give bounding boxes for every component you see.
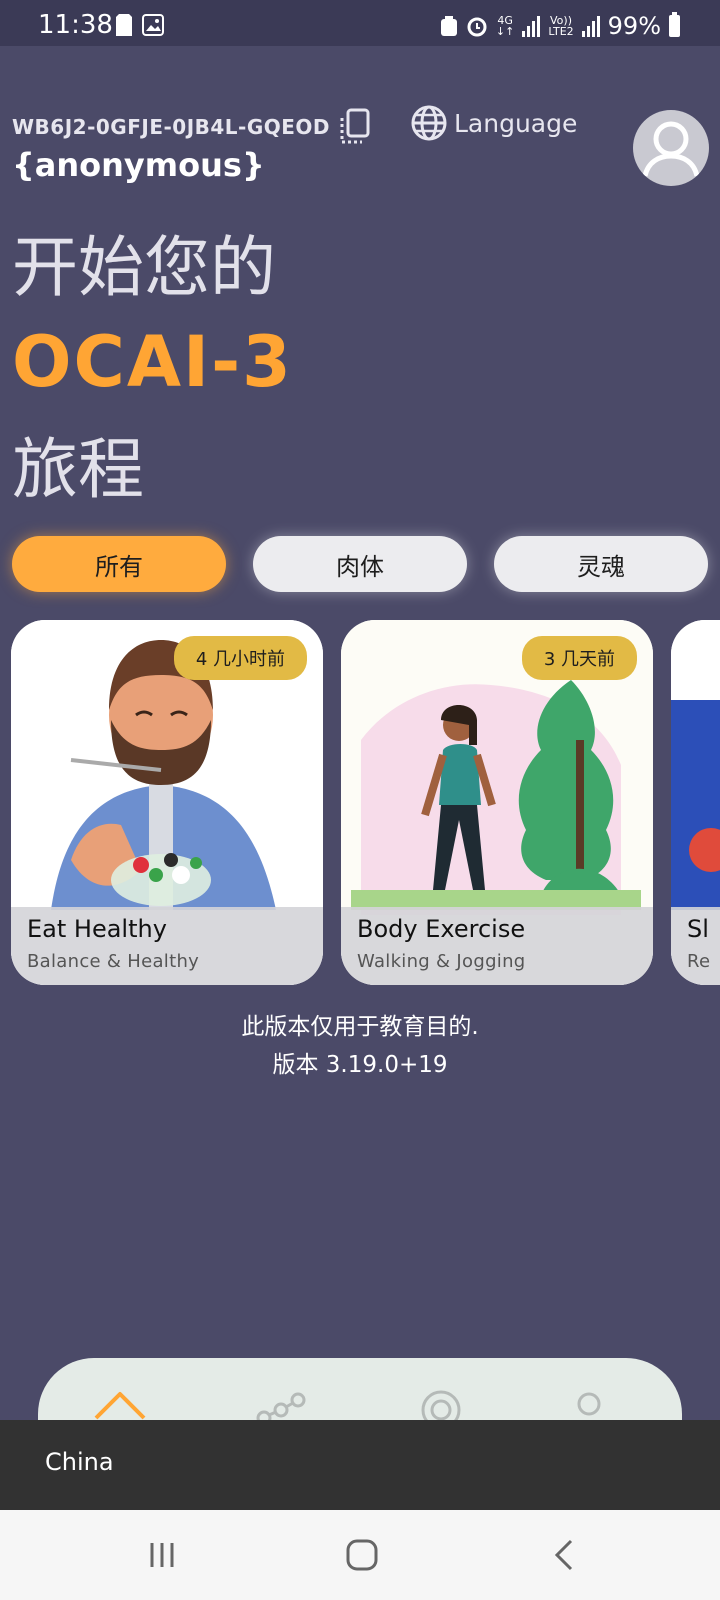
globe-icon xyxy=(411,105,447,141)
system-navigation-bar xyxy=(0,1510,720,1600)
battery-icon xyxy=(669,12,680,37)
card-eat-healthy[interactable]: 4 几小时前 Eat Healthy Balance & Healthy xyxy=(11,620,323,985)
education-note: 此版本仅用于教育目的. xyxy=(241,1014,479,1040)
filter-chip-soul[interactable]: 灵魂 xyxy=(494,536,708,592)
snackbar-text: China xyxy=(45,1448,114,1476)
card-subtitle: Balance & Healthy xyxy=(27,951,200,972)
data-saver-icon xyxy=(440,16,457,36)
language-button[interactable]: Language xyxy=(410,104,577,142)
hero-line-1: 开始您的 xyxy=(12,229,276,306)
hero-line-3: 旅程 xyxy=(12,431,144,508)
signal-icon xyxy=(522,15,541,37)
language-label: Language xyxy=(454,108,578,138)
card-title: Body Exercise xyxy=(357,915,526,943)
card-title: Sl xyxy=(687,915,709,943)
card-caption: Eat Healthy Balance & Healthy xyxy=(11,907,323,985)
filter-chip-label: 肉体 xyxy=(336,552,384,581)
version-text: 版本 3.19.0+19 xyxy=(272,1052,448,1078)
card-subtitle: Walking & Jogging xyxy=(357,951,526,972)
network-type: 4G ↓↑ xyxy=(495,14,515,38)
home-nav-button[interactable] xyxy=(332,1530,392,1580)
filter-chip-label: 所有 xyxy=(95,552,143,581)
snackbar: China xyxy=(0,1420,720,1510)
filter-chip-body[interactable]: 肉体 xyxy=(253,536,467,592)
card-caption: Body Exercise Walking & Jogging xyxy=(341,907,653,985)
time-badge: 4 几小时前 xyxy=(173,636,307,680)
alarm-icon xyxy=(467,17,487,37)
card-caption: Sl Re xyxy=(671,907,720,985)
home-nav-icon xyxy=(346,1539,378,1571)
card-partial[interactable]: Sl Re xyxy=(671,620,720,985)
battery-percent: 99% xyxy=(607,12,661,40)
recents-icon xyxy=(150,1543,174,1567)
avatar-icon xyxy=(642,121,700,177)
time-badge-text: 4 几小时前 xyxy=(195,649,285,670)
time-badge-text: 3 几天前 xyxy=(543,649,615,670)
filter-chip-all[interactable]: 所有 xyxy=(12,536,226,592)
volte-indicator: Vo)) LTE2 xyxy=(548,14,574,38)
version-note: 此版本仅用于教育目的. 版本 3.19.0+19 xyxy=(0,1008,720,1084)
recents-button[interactable] xyxy=(132,1530,192,1580)
back-icon xyxy=(554,1539,573,1571)
avatar[interactable] xyxy=(633,110,709,186)
username: {anonymous} xyxy=(12,146,265,184)
profile-icon[interactable] xyxy=(574,1392,604,1422)
hero-brand: OCAI-3 xyxy=(12,321,293,403)
card-body-exercise[interactable]: 3 几天前 Body Exercise Walking & Jogging xyxy=(341,620,653,985)
user-code-row: WB6J2-0GFJE-0JB4L-GQEOD xyxy=(12,108,372,146)
status-time: 11:38 xyxy=(38,10,113,40)
filter-chip-label: 灵魂 xyxy=(577,552,625,581)
signal-icon-2 xyxy=(581,15,600,37)
status-bar: 11:38 4G ↓↑ Vo)) LTE2 99% xyxy=(0,0,720,46)
time-badge: 3 几天前 xyxy=(521,636,637,680)
back-button[interactable] xyxy=(534,1530,594,1580)
sd-card-icon xyxy=(116,14,132,36)
card-title: Eat Healthy xyxy=(27,915,167,943)
openai-icon[interactable] xyxy=(414,1388,468,1424)
gallery-icon xyxy=(142,14,164,36)
card-subtitle: Re xyxy=(687,951,711,972)
copy-icon[interactable] xyxy=(338,108,372,146)
user-code: WB6J2-0GFJE-0JB4L-GQEOD xyxy=(12,115,331,139)
